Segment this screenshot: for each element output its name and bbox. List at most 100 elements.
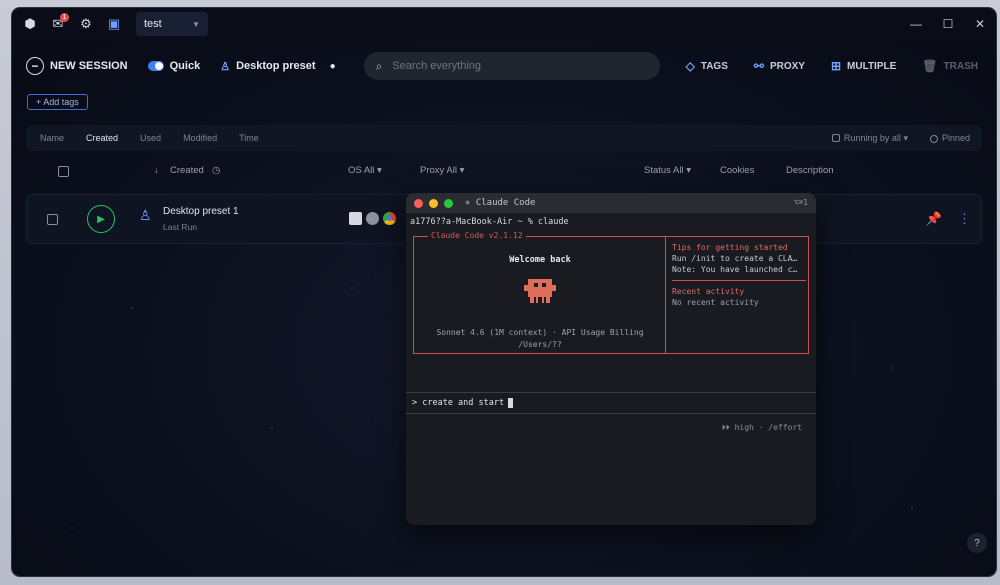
row-actions: 📌 ⋮ (926, 211, 971, 227)
search-bar: ⌕ (363, 52, 660, 80)
claude-welcome-box: Claude Code v2.1.12 Welcome back Sonnet … (413, 231, 809, 354)
preset-menu-dot[interactable]: ● (330, 61, 336, 72)
column-os[interactable]: OS All ▾ (348, 165, 382, 176)
window-controls: — ☐ ✕ (900, 17, 996, 31)
tips-heading: Tips for getting started (672, 243, 788, 252)
select-all-checkbox[interactable] (58, 166, 69, 177)
toolbar: − NEW SESSION Quick ♙ Desktop preset ● ⌕… (12, 48, 996, 84)
quick-label: Quick (169, 60, 201, 72)
tips-line: Run /init to create a CLA… (672, 254, 798, 263)
column-os-label: OS All (348, 165, 375, 176)
tab-test[interactable]: test ▼ (136, 12, 208, 36)
column-proxy-label: Proxy All (420, 165, 457, 176)
radio-icon (929, 134, 938, 143)
notification-badge: 1 (60, 13, 69, 22)
pin-icon[interactable]: 📌 (926, 211, 942, 227)
quick-toggle[interactable]: Quick (147, 60, 201, 72)
cwd-line: /Users/?? (518, 340, 562, 349)
notifications-icon[interactable]: ✉ 1 (44, 8, 72, 40)
toggle-switch-icon (147, 61, 164, 71)
minimize-button[interactable]: — (900, 17, 932, 31)
maximize-button[interactable]: ☐ (932, 17, 964, 31)
play-icon[interactable]: ▶ (87, 205, 115, 233)
column-status-label: Status All (644, 165, 684, 176)
sort-name[interactable]: Name (40, 133, 64, 143)
multiple-label: MULTIPLE (847, 60, 897, 72)
claude-mascot-icon (524, 279, 556, 303)
new-session-button[interactable]: − NEW SESSION (26, 57, 128, 75)
effort-hint: ⏵⏵ high · /effort (721, 423, 802, 432)
column-proxy[interactable]: Proxy All ▾ (420, 165, 464, 176)
table-header: ↓ Created ◷ OS All ▾ Proxy All ▾ Status … (26, 158, 982, 184)
more-icon[interactable]: ⋮ (958, 211, 971, 227)
welcome-panel: Welcome back Sonnet 4.6 (1M context) · A… (414, 237, 666, 353)
help-icon[interactable]: ? (967, 533, 987, 553)
column-description[interactable]: Description (786, 165, 834, 176)
running-by-all-filter[interactable]: Running by all ▾ (831, 132, 908, 144)
os-icons (349, 212, 396, 225)
profile-name: Desktop preset 1 (163, 206, 239, 217)
column-status[interactable]: Status All ▾ (644, 165, 691, 176)
row-checkbox[interactable] (47, 214, 58, 225)
recent-activity-text: No recent activity (672, 298, 759, 307)
add-tags-button[interactable]: + Add tags (27, 94, 88, 110)
terminal-input[interactable]: > create and start (406, 392, 816, 414)
terminal-minimize-button[interactable] (429, 198, 438, 208)
person-icon: ♙ (139, 207, 152, 223)
sort-time[interactable]: Time (239, 133, 259, 143)
tab-label: test (144, 18, 162, 30)
tips-divider (672, 280, 806, 281)
pinned-label: Pinned (941, 133, 970, 143)
search-input[interactable] (392, 60, 633, 72)
chrome-icon (383, 212, 396, 225)
proxy-icon: ⚯ (753, 59, 764, 73)
column-cookies[interactable]: Cookies (720, 165, 754, 176)
welcome-text: Welcome back (509, 255, 571, 265)
sort-bar: Name Created Used Modified Time Running … (26, 125, 982, 151)
model-line: Sonnet 4.6 (1M context) · API Usage Bill… (436, 328, 644, 337)
app-window: ⬢ ✉ 1 ⚙ ▣ test ▼ — ☐ ✕ − NEW SESSION Quic… (12, 8, 996, 576)
terminal-title-bar: ✳ Claude Code ⌥⌘1 (406, 193, 816, 213)
tags-button[interactable]: ◇ TAGS (686, 59, 728, 73)
chevron-down-icon[interactable]: ▼ (192, 20, 200, 29)
checkbox-icon (831, 134, 840, 143)
title-bar: ⬢ ✉ 1 ⚙ ▣ test ▼ — ☐ ✕ (12, 8, 996, 40)
search-icon: ⌕ (375, 58, 383, 73)
sort-modified[interactable]: Modified (183, 133, 217, 143)
terminal-title: ✳ Claude Code (465, 198, 536, 208)
preset-selector[interactable]: ♙ Desktop preset (220, 60, 315, 73)
new-session-label: NEW SESSION (50, 60, 128, 72)
pinned-filter[interactable]: Pinned (929, 133, 970, 143)
model-info: Sonnet 4.6 (1M context) · API Usage Bill… (424, 327, 656, 351)
terminal-window: ✳ Claude Code ⌥⌘1 a1776??a-MacBook-Air ~… (406, 193, 816, 525)
terminal-zoom-button[interactable] (444, 198, 453, 208)
terminal-close-button[interactable] (414, 198, 423, 208)
sort-used[interactable]: Used (140, 133, 161, 143)
proxy-button[interactable]: ⚯ PROXY (754, 59, 805, 73)
recent-activity-heading: Recent activity (672, 287, 745, 296)
profile-last-run: Last Run (163, 222, 198, 232)
close-button[interactable]: ✕ (964, 17, 996, 31)
sort-indicator-icon[interactable]: ↓ (154, 165, 159, 176)
app-logo-icon[interactable]: ⬢ (16, 8, 44, 40)
column-created[interactable]: Created (170, 165, 204, 176)
person-icon: ♙ (220, 60, 231, 73)
tips-line: Note: You have launched c… (672, 265, 798, 274)
trash-label: TRASH (943, 60, 978, 72)
windows-icon (349, 212, 362, 225)
sessions-icon[interactable]: ▣ (100, 8, 128, 40)
sort-created[interactable]: Created (86, 133, 118, 143)
settings-icon[interactable]: ⚙ (72, 8, 100, 40)
text-cursor (508, 398, 514, 408)
shell-prompt: a1776??a-MacBook-Air ~ % claude (410, 217, 569, 227)
clock-icon: ◷ (212, 165, 221, 176)
multiple-button[interactable]: ⊞ MULTIPLE (831, 59, 896, 73)
terminal-shortcut: ⌥⌘1 (793, 198, 808, 207)
preset-label: Desktop preset (236, 60, 316, 72)
input-text: > create and start (412, 398, 505, 408)
tags-label: TAGS (700, 60, 728, 72)
trash-button[interactable]: 🗑 TRASH (922, 59, 978, 73)
proxy-label: PROXY (769, 60, 805, 72)
running-by-all-label: Running by all (843, 132, 901, 143)
minus-circle-icon: − (26, 57, 44, 75)
